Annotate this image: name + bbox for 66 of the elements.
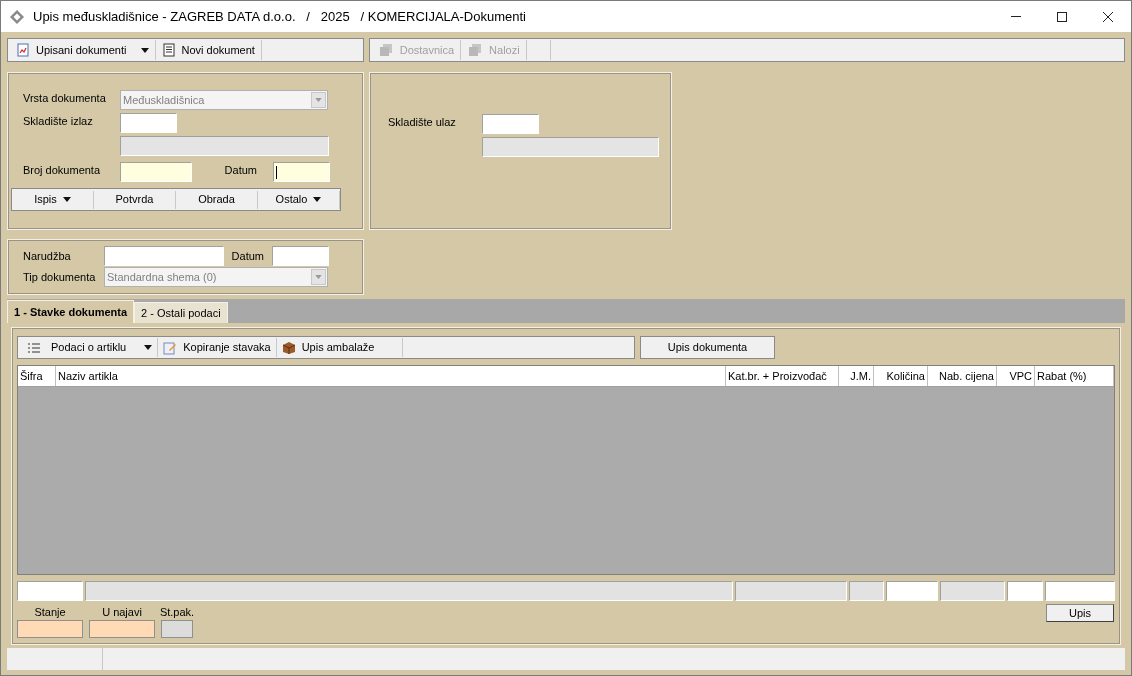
app-logo-icon (9, 8, 25, 25)
input-field[interactable] (272, 246, 329, 266)
field-label: Skladište izlaz (23, 114, 94, 129)
field-label: St.pak. (159, 605, 195, 620)
document-icon (161, 43, 176, 57)
upis-button[interactable]: Upis (1046, 604, 1114, 622)
readonly-field[interactable] (940, 581, 1006, 601)
column-header[interactable]: Rabat (%) (1035, 366, 1114, 386)
input-field[interactable] (17, 581, 83, 601)
field-label: Skladište ulaz (388, 115, 457, 130)
close-icon (1103, 11, 1113, 22)
caret-icon (315, 98, 322, 102)
window-title: Upis međuskladišnice - ZAGREB DATA d.o.o. / 2025 / KOMERCIJALA-Dokumenti (33, 7, 526, 26)
caret-icon (62, 197, 71, 202)
toolbar-button[interactable]: Podaci o artiklu (22, 338, 159, 357)
tab[interactable]: 2 - Ostali podaci (134, 302, 228, 323)
readonly-field[interactable] (734, 581, 848, 601)
report-icon (16, 43, 30, 57)
field-label: Stanje (34, 605, 66, 620)
box-icon (281, 340, 296, 355)
minimize-icon (1011, 16, 1021, 17)
field-label: Tip dokumenta (23, 269, 97, 285)
field-label: U najavi (102, 605, 142, 620)
action-button[interactable]: Ostalo (258, 190, 340, 209)
action-button[interactable]: Obrada (176, 190, 258, 209)
toolbar-button[interactable]: Novi dokument (155, 40, 262, 60)
column-header[interactable]: Šifra (18, 366, 56, 386)
column-header[interactable]: Nab. cijena (928, 366, 997, 386)
field-label: Narudžba (23, 248, 72, 264)
column-header[interactable]: J.M. (839, 366, 874, 386)
readonly-field[interactable] (120, 136, 329, 156)
documents-icon (377, 43, 394, 57)
maximize-icon (1057, 11, 1067, 22)
caret-icon (140, 47, 149, 53)
input-field[interactable] (886, 581, 939, 601)
caret-icon (313, 197, 322, 202)
field-label: Broj dokumenta (23, 163, 102, 178)
list-icon (27, 341, 41, 354)
input-field[interactable] (1045, 581, 1115, 601)
field-label: Datum (223, 163, 258, 178)
column-header[interactable]: Kat.br. + Proizvođač (726, 366, 839, 386)
readonly-field[interactable] (849, 581, 885, 601)
upis-dokumenta-button[interactable]: Upis dokumenta (640, 336, 775, 359)
input-field[interactable] (482, 114, 539, 134)
input-field[interactable] (120, 162, 192, 182)
column-header[interactable]: VPC (997, 366, 1035, 386)
input-field[interactable] (1007, 581, 1044, 601)
column-header[interactable]: Naziv artikla (56, 366, 726, 386)
caret-icon (144, 345, 153, 350)
action-button[interactable]: Potvrda (94, 190, 176, 209)
documents-icon (467, 43, 484, 57)
tab[interactable]: 1 - Stavke dokumenta (7, 300, 135, 323)
pencil-note-icon (163, 340, 178, 355)
field-label: Datum (230, 248, 265, 264)
readonly-field[interactable] (84, 581, 733, 601)
input-field[interactable] (273, 162, 330, 182)
caret-icon (315, 275, 322, 279)
input-field[interactable] (120, 113, 177, 133)
readonly-field[interactable] (482, 137, 659, 157)
toolbar-button[interactable]: Kopiranje stavaka (158, 338, 277, 357)
field-label: Vrsta dokumenta (23, 91, 107, 106)
input-field[interactable] (104, 246, 224, 266)
column-header[interactable]: Količina (874, 366, 928, 386)
toolbar-button[interactable]: Upisani dokumenti (10, 40, 156, 60)
toolbar-button[interactable]: Upis ambalaže (276, 338, 403, 357)
action-button[interactable]: Ispis (12, 190, 94, 209)
